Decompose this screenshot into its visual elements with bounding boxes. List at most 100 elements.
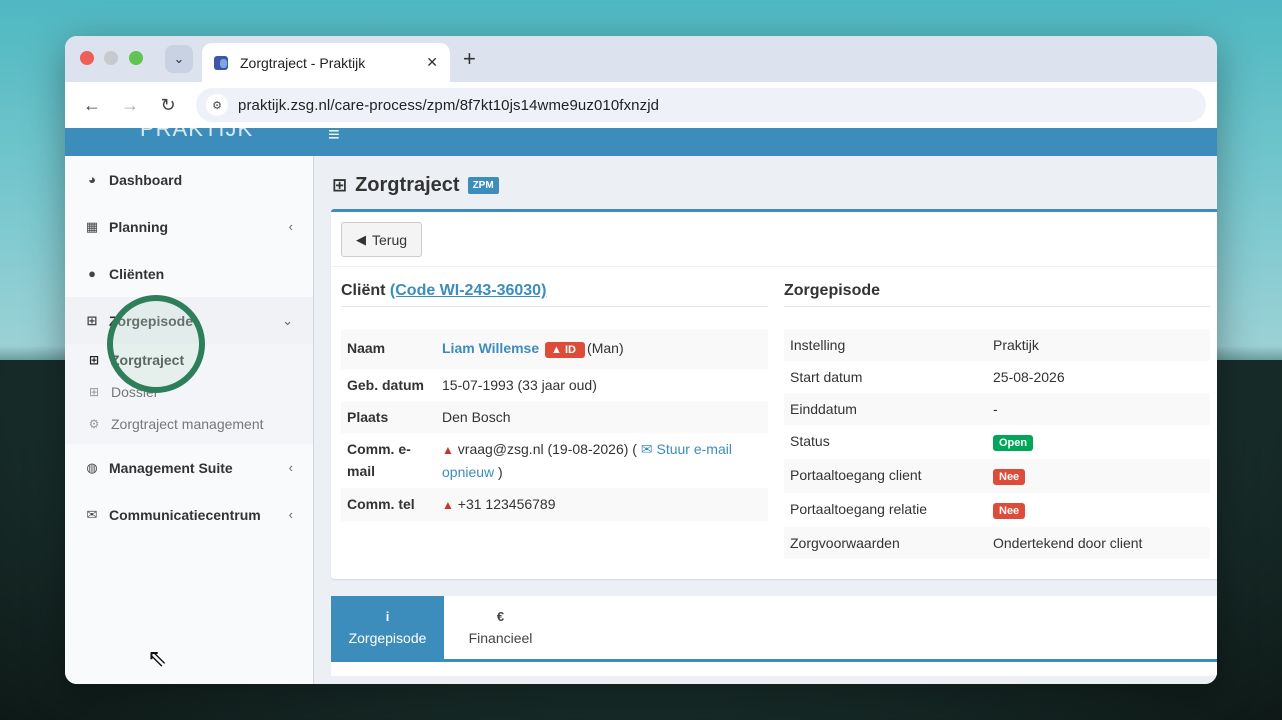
tel-label: Comm. tel — [341, 488, 436, 521]
chevron-left-icon: ‹ — [288, 219, 293, 234]
submenu-item-dossier[interactable]: ⊞ Dossier — [65, 376, 313, 408]
app-header: PRAKTIJK ≡ — [65, 128, 1217, 156]
episode-label: Instelling — [784, 329, 987, 361]
main-content: ⊞ Zorgtraject ZPM ◀ Terug Cliënt (Code W… — [314, 156, 1217, 684]
client-table: Naam Liam Willemse ▲ ID (Man) Geb. datum — [341, 329, 768, 521]
sidebar-item-planning[interactable]: ▦ Planning ‹ — [65, 203, 313, 250]
geb-datum-label: Geb. datum — [347, 377, 425, 393]
tab-strip: ⌄ Zorgtraject - Praktijk ✕ + — [65, 36, 1217, 82]
site-settings-icon[interactable]: ⚙ — [206, 94, 228, 116]
episode-value: 25-08-2026 — [993, 369, 1065, 385]
warning-icon: ▲ — [551, 344, 562, 356]
box-header: ◀ Terug — [331, 212, 1217, 267]
portal-relation-badge: Nee — [993, 503, 1026, 519]
status-badge: Open — [993, 435, 1034, 451]
envelope-icon: ✉ — [86, 506, 98, 522]
app-body: ◕ Dashboard ▦ Planning ‹ ● Cliënten ⊞ Zo… — [65, 156, 1217, 684]
zorgepisode-submenu: ⊞ Zorgtraject ⊞ Dossier ⚙ Zorgtraject ma… — [65, 344, 313, 444]
envelope-icon: ✉ — [640, 441, 653, 457]
client-name-link[interactable]: Liam Willemse — [442, 340, 539, 356]
tab-zorgepisode[interactable]: i Zorgepisode — [331, 596, 444, 659]
close-tab-icon[interactable]: ✕ — [426, 54, 438, 71]
submenu-item-zorgtraject[interactable]: ⊞ Zorgtraject — [65, 344, 313, 376]
medkit-icon: ⊞ — [88, 385, 100, 399]
naam-value-cell: Liam Willemse ▲ ID (Man) — [436, 329, 768, 369]
tab-financieel[interactable]: € Financieel — [444, 596, 557, 659]
episode-label: Einddatum — [784, 393, 987, 425]
sidebar-item-zorgepisode[interactable]: ⊞ Zorgepisode ⌄ — [65, 297, 313, 344]
sidebar: ◕ Dashboard ▦ Planning ‹ ● Cliënten ⊞ Zo… — [65, 156, 314, 684]
submenu-item-zorgtraject-management[interactable]: ⚙ Zorgtraject management — [65, 408, 313, 440]
forward-arrow-icon[interactable]: → — [115, 95, 145, 116]
tel-value: +31 123456789 — [457, 496, 556, 512]
tab-search-dropdown[interactable]: ⌄ — [165, 45, 193, 73]
plaats-label: Plaats — [341, 401, 436, 433]
table-row: Status Open — [784, 425, 1210, 459]
sidebar-item-label: Cliënten — [109, 265, 165, 282]
new-tab-icon[interactable]: + — [463, 46, 476, 72]
submenu-item-label: Zorgtraject — [111, 352, 185, 368]
medkit-icon: ⊞ — [332, 175, 348, 195]
tab-label: Zorgepisode — [348, 630, 427, 646]
minimize-window-button[interactable] — [104, 51, 118, 65]
reload-icon[interactable]: ↻ — [153, 95, 183, 116]
back-arrow-icon[interactable]: ← — [77, 95, 107, 116]
geb-datum-value: 15-07-1993 (33 jaar oud) — [442, 377, 597, 393]
globe-icon: ◍ — [86, 459, 98, 475]
id-badge-text: ID — [564, 344, 576, 356]
table-row: Geb. datum 15-07-1993 (33 jaar oud) — [341, 369, 768, 401]
tel-value-cell: ▲ +31 123456789 — [436, 488, 768, 521]
submenu-item-label: Zorgtraject management — [111, 416, 264, 432]
medkit-icon: ⊞ — [88, 353, 100, 367]
zorgtraject-box: ◀ Terug Cliënt (Code WI-243-36030) Naam … — [331, 209, 1217, 579]
sidebar-item-label: Management Suite — [109, 459, 233, 476]
info-icon: i — [385, 609, 390, 624]
episode-value: Ondertekend door client — [987, 527, 1210, 559]
naam-label: Naam — [341, 329, 436, 369]
submenu-item-label: Dossier — [111, 384, 159, 400]
email-label: Comm. e-mail — [347, 441, 411, 479]
detail-tabs: i Zorgepisode € Financieel — [331, 596, 1217, 676]
tabs-row: i Zorgepisode € Financieel — [331, 596, 1217, 662]
episode-label: Portaaltoegang relatie — [790, 501, 927, 517]
sidebar-item-label: Communicatiecentrum — [109, 506, 261, 523]
address-bar[interactable]: ⚙ praktijk.zsg.nl/care-process/zpm/8f7kt… — [196, 88, 1206, 122]
table-row: Einddatum - — [784, 393, 1210, 425]
episode-label: Zorgvoorwaarden — [784, 527, 987, 559]
client-code-link[interactable]: (Code WI-243-36030) — [390, 282, 547, 299]
favicon-icon — [214, 55, 228, 70]
table-row: Zorgvoorwaarden Ondertekend door client — [784, 527, 1210, 559]
brand-logo[interactable]: PRAKTIJK — [140, 128, 253, 142]
table-row: Comm. tel ▲ +31 123456789 — [341, 488, 768, 521]
table-row: Plaats Den Bosch — [341, 401, 768, 433]
maximize-window-button[interactable] — [129, 51, 143, 65]
episode-heading: Zorgepisode — [784, 282, 1210, 307]
mouse-cursor-icon: ⇖ — [147, 645, 168, 672]
url-text: praktijk.zsg.nl/care-process/zpm/8f7kt10… — [238, 96, 660, 114]
browser-toolbar: ← → ↻ ⚙ praktijk.zsg.nl/care-process/zpm… — [65, 82, 1217, 128]
warning-icon: ▲ — [442, 498, 454, 512]
arrow-circle-left-icon: ◀ — [356, 231, 366, 247]
sidebar-item-clienten[interactable]: ● Cliënten — [65, 250, 313, 297]
episode-label: Portaaltoegang client — [784, 459, 987, 493]
client-section: Cliënt (Code WI-243-36030) Naam Liam Wil… — [341, 282, 768, 521]
browser-tab[interactable]: Zorgtraject - Praktijk ✕ — [202, 43, 450, 82]
sidebar-item-communicatiecentrum[interactable]: ✉ Communicatiecentrum ‹ — [65, 491, 313, 538]
sidebar-item-management-suite[interactable]: ◍ Management Suite ‹ — [65, 444, 313, 491]
portal-client-badge: Nee — [993, 469, 1026, 485]
chevron-down-icon: ⌄ — [173, 51, 185, 66]
page-title-text: Zorgtraject — [355, 174, 460, 196]
user-icon: ● — [88, 266, 96, 281]
sidebar-item-dashboard[interactable]: ◕ Dashboard — [65, 156, 313, 203]
tab-title: Zorgtraject - Praktijk — [240, 54, 366, 71]
browser-window: ⌄ Zorgtraject - Praktijk ✕ + ← → ↻ ⚙ pra… — [65, 36, 1217, 684]
episode-value-cell: Nee — [987, 459, 1210, 493]
hamburger-menu-icon[interactable]: ≡ — [328, 128, 340, 147]
table-row: Portaaltoegang relatie Nee — [784, 493, 1210, 527]
episode-label: Status — [790, 433, 830, 449]
back-button[interactable]: ◀ Terug — [341, 222, 423, 257]
episode-value-cell: Open — [987, 425, 1210, 459]
close-window-button[interactable] — [80, 51, 94, 65]
euro-icon: € — [496, 609, 505, 624]
chevron-left-icon: ‹ — [288, 460, 293, 475]
